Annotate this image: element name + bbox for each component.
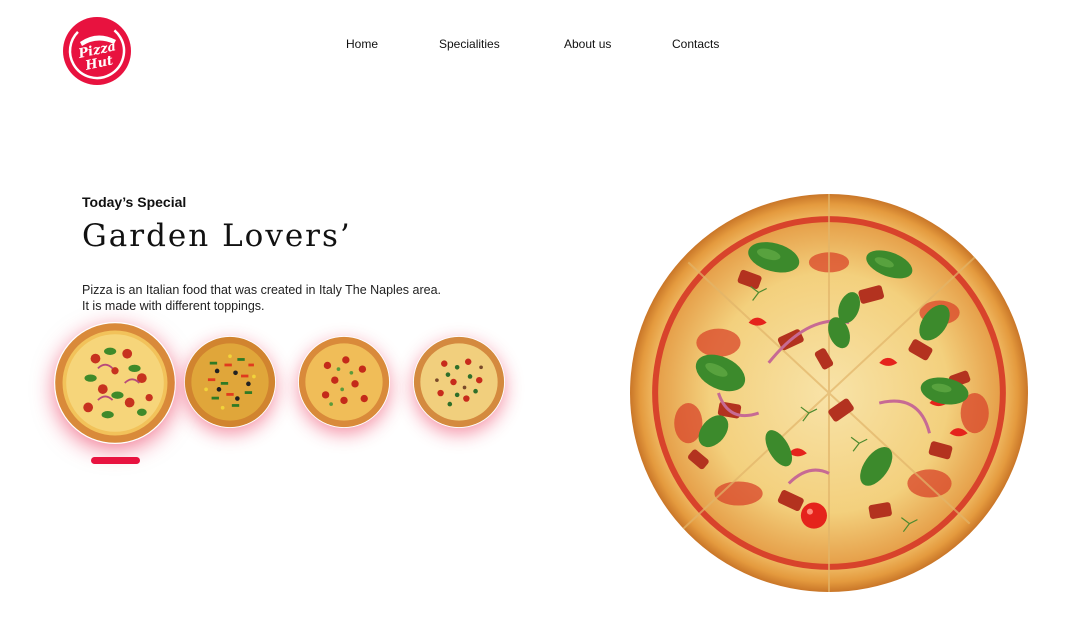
pizza-image [630, 194, 1028, 592]
todays-special-label: Today’s Special [82, 194, 187, 210]
pizza-icon [55, 323, 175, 443]
nav-about-us[interactable]: About us [564, 37, 611, 51]
pizza-thumbnail-4[interactable] [413, 336, 505, 428]
pizza-thumbnail-1[interactable] [54, 322, 176, 444]
carousel-active-indicator[interactable] [91, 457, 140, 464]
featured-pizza-image [628, 192, 1030, 594]
pizza-thumbnail-2[interactable] [184, 336, 276, 428]
pizza-icon [413, 336, 505, 428]
special-description: Pizza is an Italian food that was create… [82, 283, 441, 313]
page: Pizza Hut Home Specialities About us Con… [0, 0, 1066, 623]
pizza-icon [184, 336, 276, 428]
pizza-icon [298, 336, 390, 428]
nav-contacts[interactable]: Contacts [672, 37, 719, 51]
main-nav: Home Specialities About us Contacts [0, 37, 1066, 57]
special-title: Garden Lovers’ [82, 218, 352, 254]
nav-specialities[interactable]: Specialities [439, 37, 500, 51]
pizza-thumbnail-3[interactable] [298, 336, 390, 428]
nav-home[interactable]: Home [346, 37, 378, 51]
